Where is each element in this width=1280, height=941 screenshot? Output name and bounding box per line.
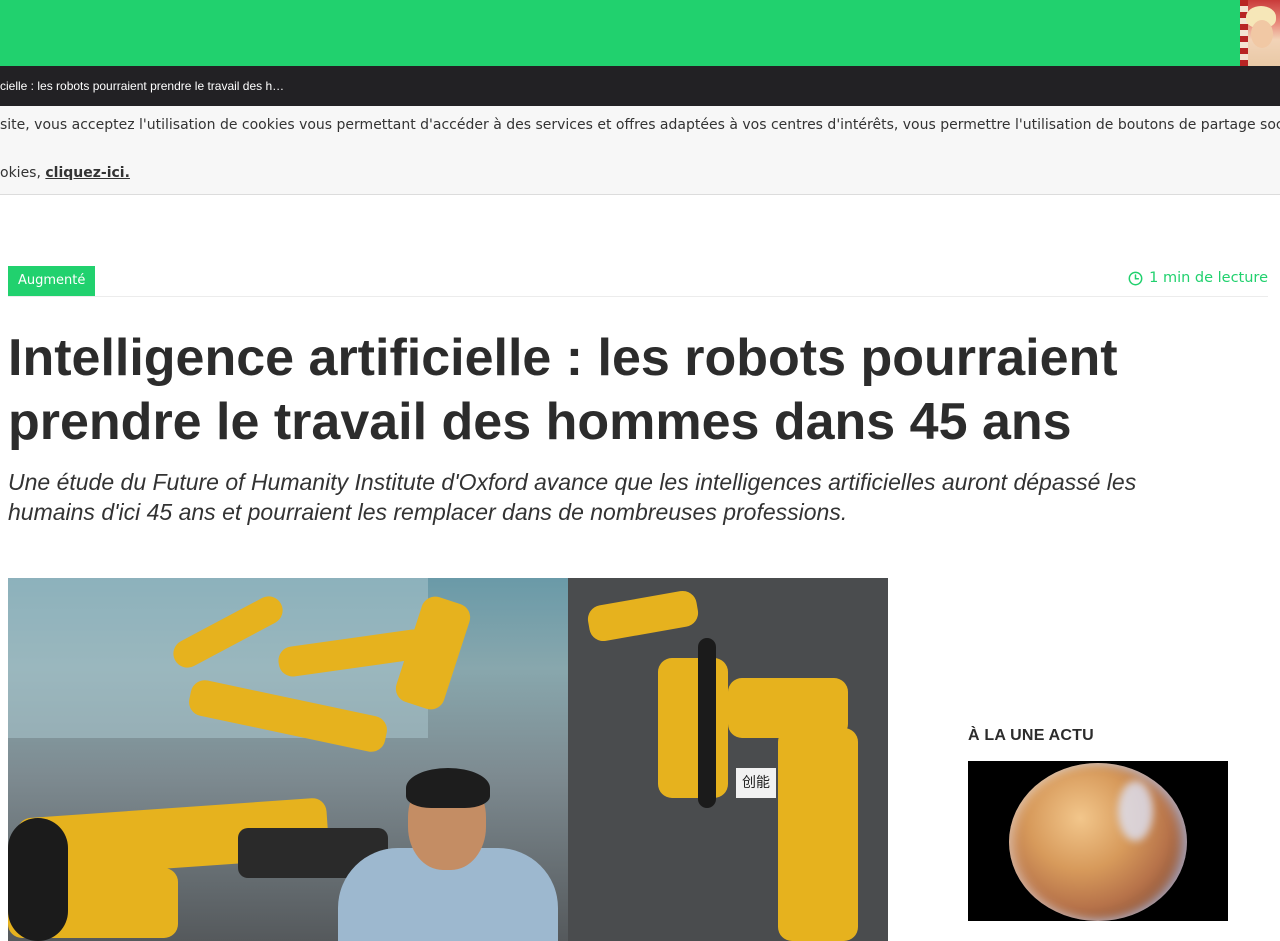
avatar-face <box>1251 20 1273 48</box>
hero-sign-label: 创能 <box>736 768 776 798</box>
avatar-background-stripes <box>1240 0 1248 66</box>
sidebar-heading: À LA UNE ACTU <box>968 727 1094 744</box>
article-hero-image: 创能 <box>8 578 888 941</box>
cookie-consent-banner: site, vous acceptez l'utilisation de coo… <box>0 106 1280 195</box>
sidebar-featured-image[interactable] <box>968 761 1228 921</box>
article-title: Intelligence artificielle : les robots p… <box>8 329 1118 451</box>
user-avatar-thumbnail[interactable] <box>1240 0 1280 66</box>
robot-arm-shape <box>778 728 858 941</box>
cookie-message-prefix: okies, <box>0 165 46 181</box>
read-time-label: 1 min de lecture <box>1149 270 1268 286</box>
read-time: 1 min de lecture <box>1128 270 1268 286</box>
article-lead: Une étude du Future of Humanity Institut… <box>8 469 1137 525</box>
worker-hair <box>406 768 490 808</box>
clock-icon <box>1128 271 1143 285</box>
polar-cap-highlight <box>1118 781 1153 841</box>
cookie-message: site, vous acceptez l'utilisation de coo… <box>0 117 1280 133</box>
robot-arm-shape <box>658 658 728 798</box>
category-badge[interactable]: Augmenté <box>8 266 96 296</box>
sticky-article-title[interactable]: cielle : les robots pourraient prendre l… <box>0 79 284 93</box>
robot-cable-shape <box>698 638 716 808</box>
robot-cable-shape <box>8 818 68 941</box>
cookie-message-more: okies, cliquez-ici. <box>0 165 130 181</box>
site-header-bar <box>0 0 1280 66</box>
sticky-article-title-bar: cielle : les robots pourraient prendre l… <box>0 66 1280 106</box>
header-divider <box>8 296 1268 297</box>
mars-planet-image <box>1009 763 1187 921</box>
cookie-settings-link[interactable]: cliquez-ici. <box>45 165 130 181</box>
